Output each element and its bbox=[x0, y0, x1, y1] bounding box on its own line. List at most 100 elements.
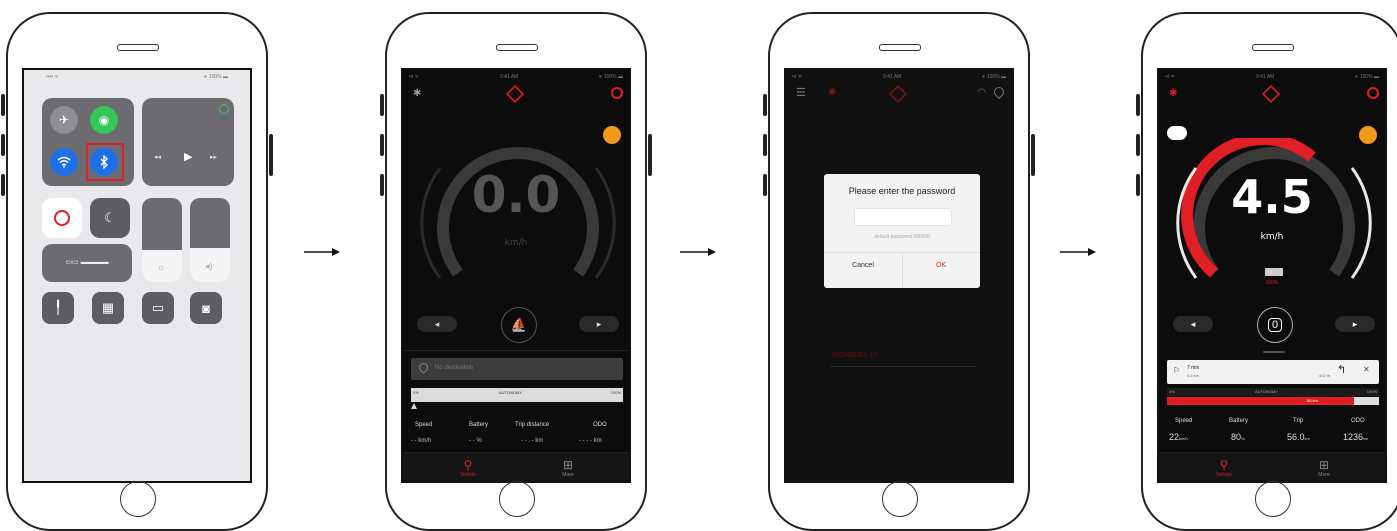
left-turn-button[interactable]: ◂ bbox=[1173, 316, 1213, 332]
bluetooth-icon[interactable]: ✱ bbox=[413, 88, 421, 99]
phone-speaker bbox=[1252, 44, 1294, 51]
autonomy-label: AUTONOMY bbox=[1255, 389, 1279, 394]
home-button[interactable] bbox=[120, 481, 156, 517]
tab-more-label: More bbox=[562, 472, 574, 478]
nav-time: 7 min bbox=[1187, 365, 1200, 371]
status-bar: •••• ᯤ ∗ 100% ▬ bbox=[24, 70, 250, 84]
calculator-icon[interactable]: ▦ bbox=[92, 292, 124, 324]
autonomy-max: 100% bbox=[1366, 389, 1377, 394]
stat-trip-unit: km bbox=[1304, 436, 1310, 441]
app-riding-screen: •ıl ᯤ 9:41 AM ∗ 100% ▬ ✱ 4.5 km/h 100% ◂… bbox=[1157, 68, 1387, 483]
rotation-lock-icon bbox=[54, 210, 70, 226]
dialog-ok-button[interactable]: OK bbox=[902, 262, 980, 269]
phone-app-riding: •ıl ᯤ 9:41 AM ∗ 100% ▬ ✱ 4.5 km/h 100% ◂… bbox=[1136, 12, 1397, 531]
tab-more-label: More bbox=[1318, 472, 1330, 478]
phone-speaker bbox=[496, 44, 538, 51]
tab-more[interactable]: ⊞ More bbox=[548, 459, 588, 479]
stat-label-battery: Battery bbox=[1229, 418, 1249, 424]
tab-vehicle[interactable]: ⚲ Vehicle bbox=[1204, 458, 1244, 479]
stat-label-trip: Trip bbox=[1293, 418, 1304, 424]
settings-icon[interactable] bbox=[1367, 87, 1379, 99]
moon-icon: ☾ bbox=[104, 210, 116, 225]
route-icon: ⚐ bbox=[1173, 366, 1181, 375]
status-signal: •ıl ᯤ bbox=[409, 74, 420, 80]
status-battery: ∗ 100% ▬ bbox=[598, 74, 623, 80]
airplay-icon[interactable] bbox=[219, 104, 229, 114]
camera-icon[interactable]: ◙ bbox=[190, 292, 222, 324]
stat-value-trip: 56.0km bbox=[1287, 432, 1310, 442]
settings-icon[interactable] bbox=[611, 87, 623, 99]
stat-battery-unit: % bbox=[1241, 436, 1245, 441]
tab-vehicle[interactable]: ⚲ Vehicle bbox=[448, 459, 488, 479]
media-prev-button[interactable]: ◂◂ bbox=[154, 153, 161, 161]
tab-bar: ⚲ Vehicle ⊞ More bbox=[1159, 452, 1385, 481]
left-turn-button[interactable]: ◂ bbox=[417, 316, 457, 332]
right-turn-button[interactable]: ▸ bbox=[1335, 316, 1375, 332]
bluetooth-icon[interactable]: ✱ bbox=[828, 87, 836, 98]
stat-odo-number: 1236 bbox=[1343, 432, 1364, 442]
app-header: ✱ bbox=[1159, 84, 1385, 106]
step-arrow bbox=[678, 246, 718, 258]
location-pin-icon[interactable] bbox=[991, 84, 1007, 100]
stat-label-trip: Trip distance bbox=[515, 422, 550, 428]
password-hint: default password 000000 bbox=[874, 234, 930, 240]
speed-value: 4.5 bbox=[1231, 170, 1313, 224]
bluetooth-icon[interactable]: ✱ bbox=[1169, 88, 1177, 99]
device-name[interactable]: SIGNEDB1-17 bbox=[832, 352, 878, 359]
stat-trip-number: 56.0 bbox=[1287, 432, 1305, 442]
right-turn-button[interactable]: ▸ bbox=[579, 316, 619, 332]
home-button[interactable] bbox=[882, 481, 918, 517]
phone-app-idle: •ıl ᯤ 9:41 AM ∗ 100% ▬ ✱ 0.0 km/h ◂ ⛵ ▸ … bbox=[380, 12, 652, 531]
destination-field[interactable]: No destination bbox=[411, 358, 623, 380]
stat-odo-unit: km bbox=[1363, 436, 1369, 441]
bluetooth-icon[interactable] bbox=[90, 148, 118, 176]
speedometer-icon[interactable]: ◠ bbox=[977, 87, 986, 98]
status-signal: •••• ᯤ bbox=[46, 74, 59, 80]
status-signal: •ıl ᯤ bbox=[1165, 74, 1176, 80]
close-icon[interactable]: ✕ bbox=[1363, 365, 1370, 374]
autonomy-header: 0% AUTONOMY 100% bbox=[1167, 388, 1379, 396]
brightness-slider[interactable]: ☼ bbox=[142, 198, 182, 282]
gear-value: 0 bbox=[1267, 318, 1283, 332]
grid-icon: ⊞ bbox=[1318, 458, 1330, 472]
stat-value-speed: 22km/h bbox=[1169, 432, 1188, 442]
media-next-button[interactable]: ▸▸ bbox=[210, 153, 217, 161]
gear-icon: ⛵ bbox=[510, 317, 528, 332]
dialog-cancel-button[interactable]: Cancel bbox=[824, 262, 902, 269]
password-dialog: Please enter the password default passwo… bbox=[824, 174, 980, 288]
screen-mirroring-button[interactable]: ▭▭ ▬▬▬▬ bbox=[42, 244, 132, 282]
battery-icon[interactable]: ▭ bbox=[142, 292, 174, 324]
password-screen: •ıl ᯤ 9:41 AM ∗ 100% ▬ ☰ ✱ ◠ Please ente… bbox=[784, 68, 1014, 483]
flashlight-icon[interactable]: ╿ bbox=[42, 292, 74, 324]
tab-more[interactable]: ⊞ More bbox=[1304, 458, 1344, 479]
status-bar: •ıl ᯤ 9:41 AM ∗ 100% ▬ bbox=[1159, 70, 1385, 84]
wifi-icon[interactable] bbox=[50, 148, 78, 176]
menu-icon[interactable]: ☰ bbox=[796, 86, 806, 99]
dialog-title: Please enter the password bbox=[848, 186, 956, 196]
cellular-icon[interactable]: ◉ bbox=[90, 106, 118, 134]
status-bar: •ıl ᯤ 9:41 AM ∗ 100% ▬ bbox=[403, 70, 629, 84]
stat-label-speed: Speed bbox=[1175, 418, 1193, 424]
phone-speaker bbox=[117, 44, 159, 51]
gear-indicator: ⛵ bbox=[501, 307, 537, 343]
speed-unit: km/h bbox=[1260, 232, 1284, 242]
home-button[interactable] bbox=[1255, 481, 1291, 517]
rotation-lock-button[interactable] bbox=[42, 198, 82, 238]
dialog-button-divider bbox=[902, 253, 903, 288]
do-not-disturb-button[interactable]: ☾ bbox=[90, 198, 130, 238]
autonomy-max: 100% bbox=[610, 390, 621, 395]
autonomy-marker bbox=[411, 403, 417, 409]
stat-value-odo: - - - - km bbox=[579, 438, 602, 444]
drag-handle[interactable] bbox=[1263, 351, 1285, 353]
airplane-icon[interactable]: ✈ bbox=[50, 106, 78, 134]
step-arrow bbox=[1058, 246, 1098, 258]
home-button[interactable] bbox=[499, 481, 535, 517]
password-input[interactable] bbox=[854, 208, 952, 226]
navigation-card[interactable]: ⚐ 7 min 0.5 km 402 m ↰ ✕ bbox=[1167, 360, 1379, 384]
media-play-button[interactable]: ▶ bbox=[184, 150, 192, 163]
bike-icon: ⚲ bbox=[1219, 458, 1229, 472]
stat-label-odo: ODO bbox=[1351, 418, 1365, 424]
volume-slider[interactable]: ◂) bbox=[190, 198, 230, 282]
tab-bar: ⚲ Vehicle ⊞ More bbox=[403, 452, 629, 481]
stat-label-odo: ODO bbox=[593, 422, 607, 428]
